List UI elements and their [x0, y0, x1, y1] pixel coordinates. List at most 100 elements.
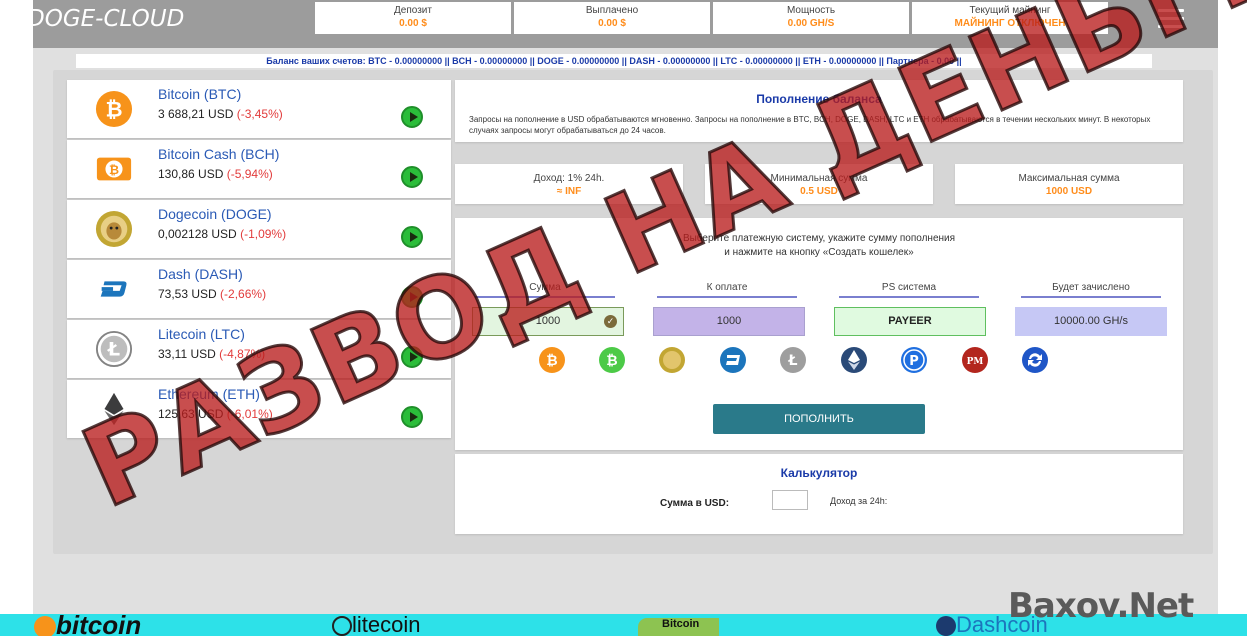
top-bar: DOGE-CLOUD Депозит 0.00 $ Выплачено 0.00… [27, 0, 1218, 48]
deposit-title: Пополнение баланса [756, 92, 882, 106]
dash-icon [100, 281, 127, 297]
coin-price: 0,002128 USD (-1,09%) [158, 227, 287, 241]
min-sum-label: Минимальная сумма [770, 173, 868, 184]
coin-name[interactable]: Bitcoin (BTC) [158, 86, 241, 102]
coin-price: 33,11 USD (-4,87%) [158, 347, 266, 361]
coin-price: 125,63 USD (-6,01%) [158, 407, 273, 421]
income-label: Доход: 1% 24h. [533, 173, 605, 184]
coin-name[interactable]: Litecoin (LTC) [158, 326, 245, 342]
income-value: ≈ INF [556, 186, 582, 197]
svg-text:PM: PM [967, 357, 984, 367]
bitcoin-icon[interactable]: ₿ [538, 346, 566, 374]
max-sum-value: 1000 USD [1045, 186, 1093, 197]
income-24h-label: Доход за 24h: [830, 496, 888, 506]
coin-row-eth[interactable]: Ethereum (ETH) 125,63 USD (-6,01%) [67, 380, 451, 438]
calculator-title: Калькулятор [780, 466, 858, 480]
coin-name[interactable]: Dash (DASH) [158, 266, 243, 282]
stat-label: Текущий майнинг [969, 5, 1051, 16]
coin-name[interactable]: Ethereum (ETH) [158, 386, 260, 402]
play-button[interactable] [401, 106, 423, 128]
ethereum-icon[interactable] [840, 346, 868, 374]
stat-label: Мощность [786, 5, 836, 16]
calculator-box: Калькулятор Сумма в USD: Доход за 24h: [455, 454, 1183, 534]
ethereum-icon [104, 392, 124, 426]
stat-deposit: Депозит 0.00 $ [315, 2, 511, 34]
perfect-money-icon[interactable]: PM [961, 346, 989, 374]
play-button[interactable] [401, 286, 423, 308]
min-sum-value: 0.5 USD [800, 186, 838, 197]
coin-row-dash[interactable]: Dash (DASH) 73,53 USD (-2,66%) [67, 260, 451, 318]
coin-row-btc[interactable]: ₿ Bitcoin (BTC) 3 688,21 USD (-3,45%) [67, 80, 451, 138]
coin-change: (-2,66%) [220, 287, 267, 301]
svg-text:₿: ₿ [105, 98, 122, 122]
banner-bitcoin-cash: Bitcoin [638, 618, 720, 636]
hamburger-icon[interactable] [1158, 9, 1184, 29]
stat-label: Выплачено [585, 5, 639, 16]
check-icon: ✓ [604, 315, 617, 328]
svg-text:Ł: Ł [107, 339, 120, 361]
coin-row-bch[interactable]: ₿ Bitcoin Cash (BCH) 130,86 USD (-5,94%) [67, 140, 451, 198]
play-button[interactable] [401, 346, 423, 368]
amount-input[interactable]: 1000 ✓ [472, 307, 624, 336]
litecoin-icon: Ł [95, 330, 133, 368]
stat-value: МАЙНИНГ ОТКЛЮЧЕН [954, 18, 1066, 29]
stat-mining: Текущий майнинг МАЙНИНГ ОТКЛЮЧЕН [912, 2, 1108, 34]
svg-text:Ł: Ł [788, 353, 798, 369]
bitcoin-icon: ₿ [95, 90, 133, 128]
site-logo[interactable]: DOGE-CLOUD [27, 6, 184, 32]
coin-name[interactable]: Bitcoin Cash (BCH) [158, 146, 279, 162]
banner-litecoin: litecoin [332, 614, 420, 636]
banner-bitcoin: bitcoin [34, 614, 141, 636]
coin-row-doge[interactable]: Dogecoin (DOGE) 0,002128 USD (-1,09%) [67, 200, 451, 258]
coin-price: 73,53 USD (-2,66%) [158, 287, 267, 301]
dogecoin-icon[interactable] [658, 346, 686, 374]
play-button[interactable] [401, 226, 423, 248]
content-panel: ₿ Bitcoin (BTC) 3 688,21 USD (-3,45%) ₿ … [53, 70, 1213, 554]
usd-amount-input[interactable] [772, 490, 808, 510]
max-sum-label: Максимальная сумма [1018, 173, 1120, 184]
site-watermark: Baxov.Net [1008, 586, 1194, 626]
min-sum-box: Минимальная сумма 0.5 USD [705, 164, 933, 204]
deposit-text: Запросы на пополнение в USD обрабатывают… [469, 115, 1151, 135]
coin-row-ltc[interactable]: Ł Litecoin (LTC) 33,11 USD (-4,87%) [67, 320, 451, 378]
col-header-amount: Сумма [475, 282, 615, 298]
dogecoin-icon [95, 210, 133, 248]
col-header-to-pay: К оплате [657, 282, 797, 298]
play-button[interactable] [401, 166, 423, 188]
coin-price: 130,86 USD (-5,94%) [158, 167, 273, 181]
pay-amount-field: 1000 [653, 307, 805, 336]
deposit-info-box: Пополнение баланса Запросы на пополнение… [455, 80, 1183, 142]
stat-value: 0.00 $ [399, 18, 427, 29]
coin-change: (-4,87%) [219, 347, 266, 361]
play-button[interactable] [401, 406, 423, 428]
balance-bar: Баланс ваших счетов: BTC - 0.00000000 ||… [76, 54, 1152, 68]
svg-text:P: P [909, 354, 919, 369]
coin-price: 3 688,21 USD (-3,45%) [158, 107, 283, 121]
bitcoin-cash-icon: ₿ [96, 157, 132, 181]
coin-change: (-6,01%) [226, 407, 273, 421]
page: DOGE-CLOUD Депозит 0.00 $ Выплачено 0.00… [0, 0, 1247, 636]
stat-value: 0.00 GH/S [787, 18, 835, 29]
litecoin-icon[interactable]: Ł [779, 346, 807, 374]
col-header-credit: Будет зачислено [1021, 282, 1161, 298]
submit-button[interactable]: ПОПОЛНИТЬ [713, 404, 925, 434]
coin-name[interactable]: Dogecoin (DOGE) [158, 206, 272, 222]
svg-text:₿: ₿ [546, 353, 557, 369]
svg-text:₿: ₿ [109, 163, 119, 177]
col-header-ps: PS система [839, 282, 979, 298]
stat-value: 0.00 $ [598, 18, 626, 29]
stat-power: Мощность 0.00 GH/S [713, 2, 909, 34]
calculator-label: Сумма в USD: [660, 498, 730, 509]
svg-text:₿: ₿ [606, 353, 617, 369]
ps-system-field[interactable]: PAYEER [834, 307, 986, 336]
coin-change: (-5,94%) [226, 167, 273, 181]
form-instructions: Выберите платежную систему, укажите сумм… [682, 233, 956, 258]
bitcoin-cash-icon[interactable]: ₿ [598, 346, 626, 374]
dash-icon[interactable] [719, 346, 747, 374]
exchange-icon[interactable] [1021, 346, 1049, 374]
deposit-form: Выберите платежную систему, укажите сумм… [455, 218, 1183, 450]
coin-change: (-1,09%) [240, 227, 287, 241]
income-box: Доход: 1% 24h. ≈ INF [455, 164, 683, 204]
credit-field: 10000.00 GH/s [1015, 307, 1167, 336]
payeer-icon[interactable]: P [900, 346, 928, 374]
